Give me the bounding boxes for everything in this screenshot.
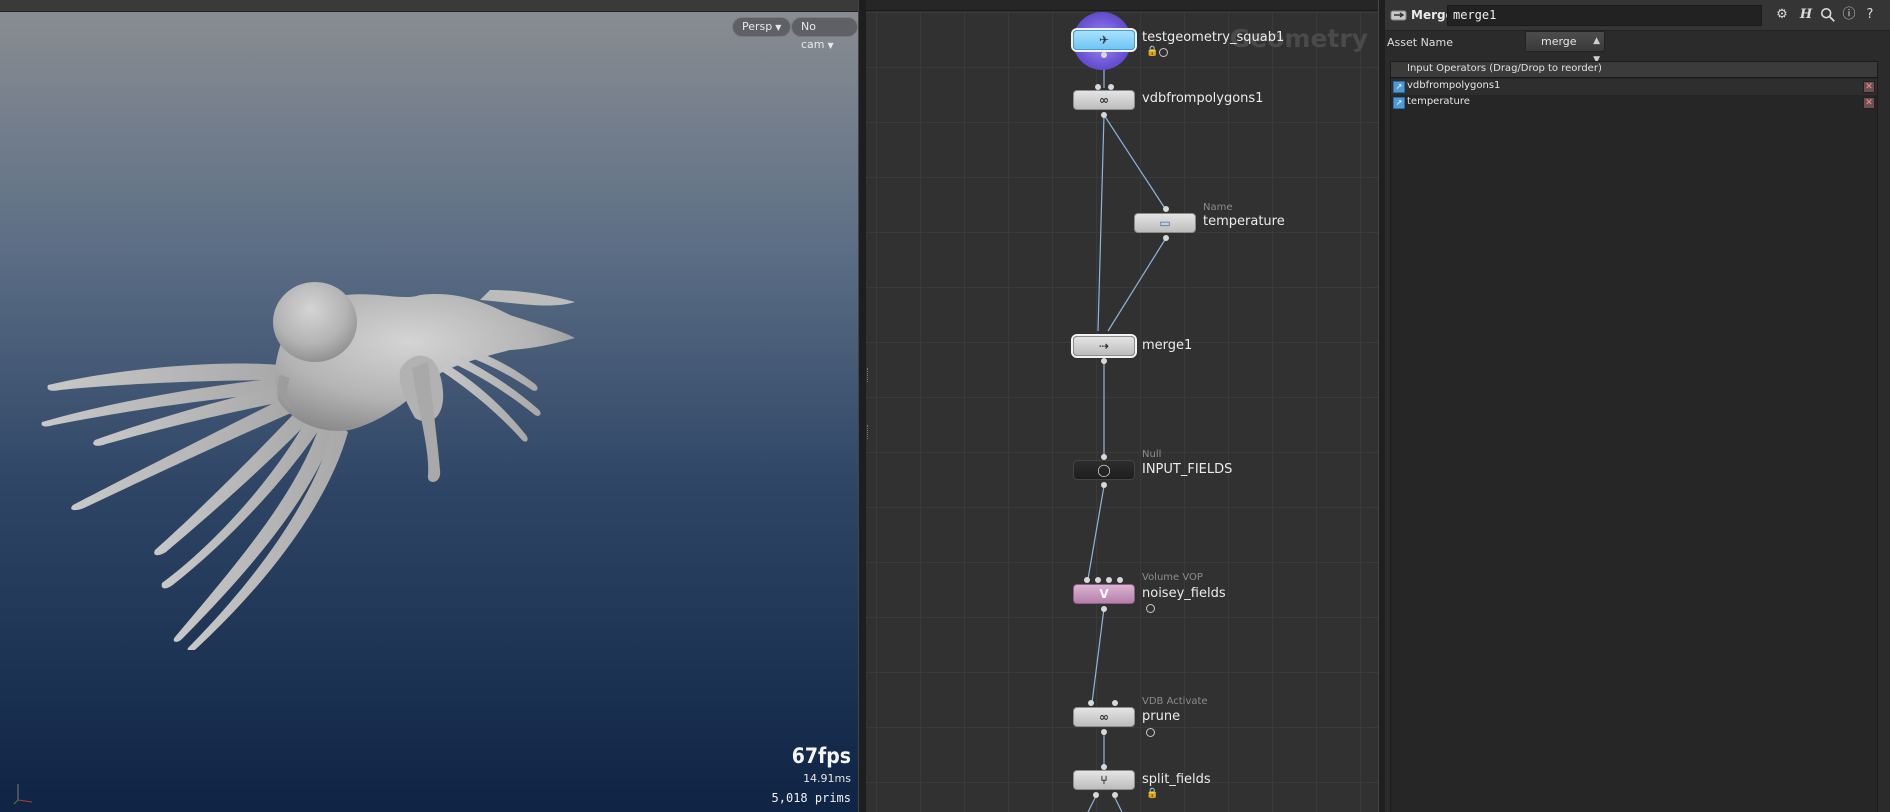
frame-time-readout: 14.91ms	[803, 772, 851, 785]
pane-resize-handle[interactable]	[867, 425, 870, 439]
gear-icon[interactable]: ⚙	[1773, 6, 1791, 24]
scene-viewport[interactable]: Persp ▼ No cam ▼ 67fps 14.91ms 5,018 pri…	[0, 0, 858, 812]
merge-type-icon	[1390, 10, 1407, 21]
remove-icon[interactable]: ✕	[1863, 81, 1875, 93]
camera-label: No cam	[801, 20, 825, 51]
node-label: split_fields	[1142, 772, 1211, 787]
input-operator-name: temperature	[1407, 96, 1470, 107]
network-editor[interactable]: Geometry ✈ testgeometry_squab1 🔒 ∞ vdbfr…	[866, 0, 1378, 812]
node-type-label: Volume VOP	[1142, 572, 1203, 583]
node-input-port[interactable]	[1163, 206, 1169, 212]
axis-gizmo-icon	[13, 784, 33, 805]
network-wires	[1087, 55, 1167, 812]
wire-vop-to-prune	[1091, 607, 1105, 704]
vdb-icon: ∞	[1099, 710, 1109, 724]
node-input-fields[interactable]: ◯	[1073, 460, 1135, 480]
wire-null-to-vop	[1087, 485, 1105, 580]
prim-count-readout: 5,018 prims	[771, 791, 851, 805]
node-output-port[interactable]	[1101, 606, 1107, 612]
node-output-port[interactable]	[1101, 358, 1107, 364]
node-label: INPUT_FIELDS	[1142, 462, 1233, 477]
asset-name-select[interactable]: merge ▲ ▼	[1525, 31, 1605, 65]
node-input-port[interactable]	[1084, 577, 1090, 583]
node-output-port[interactable]	[1101, 112, 1107, 118]
chevron-down-icon: ▼	[775, 23, 782, 32]
parameter-header: Merge merge1 ⚙ H ⓘ ?	[1385, 0, 1890, 31]
node-output-port[interactable]	[1163, 235, 1169, 241]
node-output-port[interactable]	[1101, 729, 1107, 735]
node-type-label: Name	[1203, 202, 1233, 213]
question-icon[interactable]: ?	[1861, 6, 1879, 24]
node-testgeometry-squab1[interactable]: ✈	[1073, 30, 1135, 50]
node-output-port[interactable]	[1101, 482, 1107, 488]
operator-name-field[interactable]: merge1	[1447, 5, 1762, 26]
input-operator-name: vdbfrompolygons1	[1407, 80, 1501, 91]
node-label: vdbfrompolygons1	[1142, 91, 1264, 106]
houdini-window: Persp ▼ No cam ▼ 67fps 14.91ms 5,018 pri…	[0, 0, 1890, 812]
viewport-splitter[interactable]	[858, 0, 866, 812]
node-merge1[interactable]: ⇢	[1073, 336, 1135, 356]
bypass-icon	[1146, 604, 1155, 613]
viewport-toolbar	[0, 0, 858, 12]
node-input-port[interactable]	[1088, 700, 1094, 706]
vdb-icon: ∞	[1099, 93, 1109, 107]
squab-icon: ✈	[1098, 33, 1110, 47]
input-operator-row[interactable]: ↗ vdbfrompolygons1 ✕	[1391, 79, 1877, 95]
parameter-pane: Merge merge1 ⚙ H ⓘ ? Asset Name merge ▲ ▼…	[1385, 0, 1890, 812]
merge-icon: ⇢	[1098, 339, 1110, 353]
split-icon: ⑂	[1100, 773, 1108, 787]
node-noisey-fields[interactable]: V	[1073, 584, 1135, 604]
persp-menu-button[interactable]: Persp ▼	[732, 17, 792, 37]
node-input-port[interactable]	[1106, 577, 1112, 583]
wire-vdb-to-merge	[1097, 114, 1105, 332]
node-label: noisey_fields	[1142, 586, 1226, 601]
input-operators-list[interactable]: Input Operators (Drag/Drop to reorder) ↗…	[1390, 61, 1878, 812]
vop-v-icon: V	[1099, 587, 1109, 601]
network-splitter[interactable]	[1378, 0, 1385, 812]
node-temperature[interactable]: ▭	[1134, 213, 1196, 233]
camera-menu-button[interactable]: No cam ▼	[791, 17, 858, 51]
wire-split-out-2	[1113, 795, 1123, 812]
node-output-port[interactable]	[1101, 52, 1107, 58]
input-operators-header: Input Operators (Drag/Drop to reorder)	[1391, 62, 1877, 78]
asset-name-value: merge	[1541, 35, 1577, 48]
null-ring-icon: ◯	[1097, 463, 1111, 477]
lock-icon: 🔒	[1146, 46, 1159, 57]
wire-vdb-to-temperature	[1103, 114, 1167, 211]
remove-icon[interactable]: ✕	[1863, 97, 1875, 109]
node-output-port[interactable]	[1093, 792, 1099, 798]
node-input-port[interactable]	[1117, 577, 1123, 583]
chevron-down-icon: ▼	[827, 41, 834, 50]
wire-temperature-to-merge	[1107, 237, 1167, 332]
node-type-label: Null	[1142, 449, 1162, 460]
lock-icon: 🔒	[1146, 788, 1159, 799]
node-label: testgeometry_squab1	[1142, 30, 1285, 45]
node-split-fields[interactable]: ⑂	[1073, 770, 1135, 790]
input-operators-header-label: Input Operators (Drag/Drop to reorder)	[1407, 63, 1602, 74]
node-type-label: VDB Activate	[1142, 696, 1208, 707]
input-operator-row[interactable]: ↗ temperature ✕	[1391, 95, 1877, 111]
fps-readout: 67fps	[791, 744, 851, 768]
bypass-icon	[1146, 728, 1155, 737]
help-h-icon[interactable]: H	[1797, 6, 1815, 24]
name-tag-icon: ▭	[1159, 216, 1171, 230]
pane-resize-handle[interactable]	[867, 368, 870, 382]
operator-jump-icon[interactable]: ↗	[1393, 97, 1405, 109]
node-output-port[interactable]	[1112, 792, 1118, 798]
node-vdbfrompolygons1[interactable]: ∞	[1073, 90, 1135, 110]
node-label: prune	[1142, 709, 1181, 724]
persp-label: Persp	[742, 20, 773, 33]
bypass-icon	[1159, 48, 1168, 57]
info-icon[interactable]: ⓘ	[1840, 6, 1858, 24]
squab-geometry[interactable]	[40, 250, 700, 650]
node-label: temperature	[1203, 214, 1285, 229]
node-label: merge1	[1142, 338, 1193, 353]
search-icon[interactable]	[1819, 6, 1837, 24]
asset-name-label: Asset Name	[1387, 36, 1454, 49]
node-input-port[interactable]	[1095, 577, 1101, 583]
wire-split-out-1	[1087, 795, 1097, 812]
node-input-port[interactable]	[1112, 700, 1118, 706]
operator-jump-icon[interactable]: ↗	[1393, 81, 1405, 93]
node-prune[interactable]: ∞	[1073, 707, 1135, 727]
